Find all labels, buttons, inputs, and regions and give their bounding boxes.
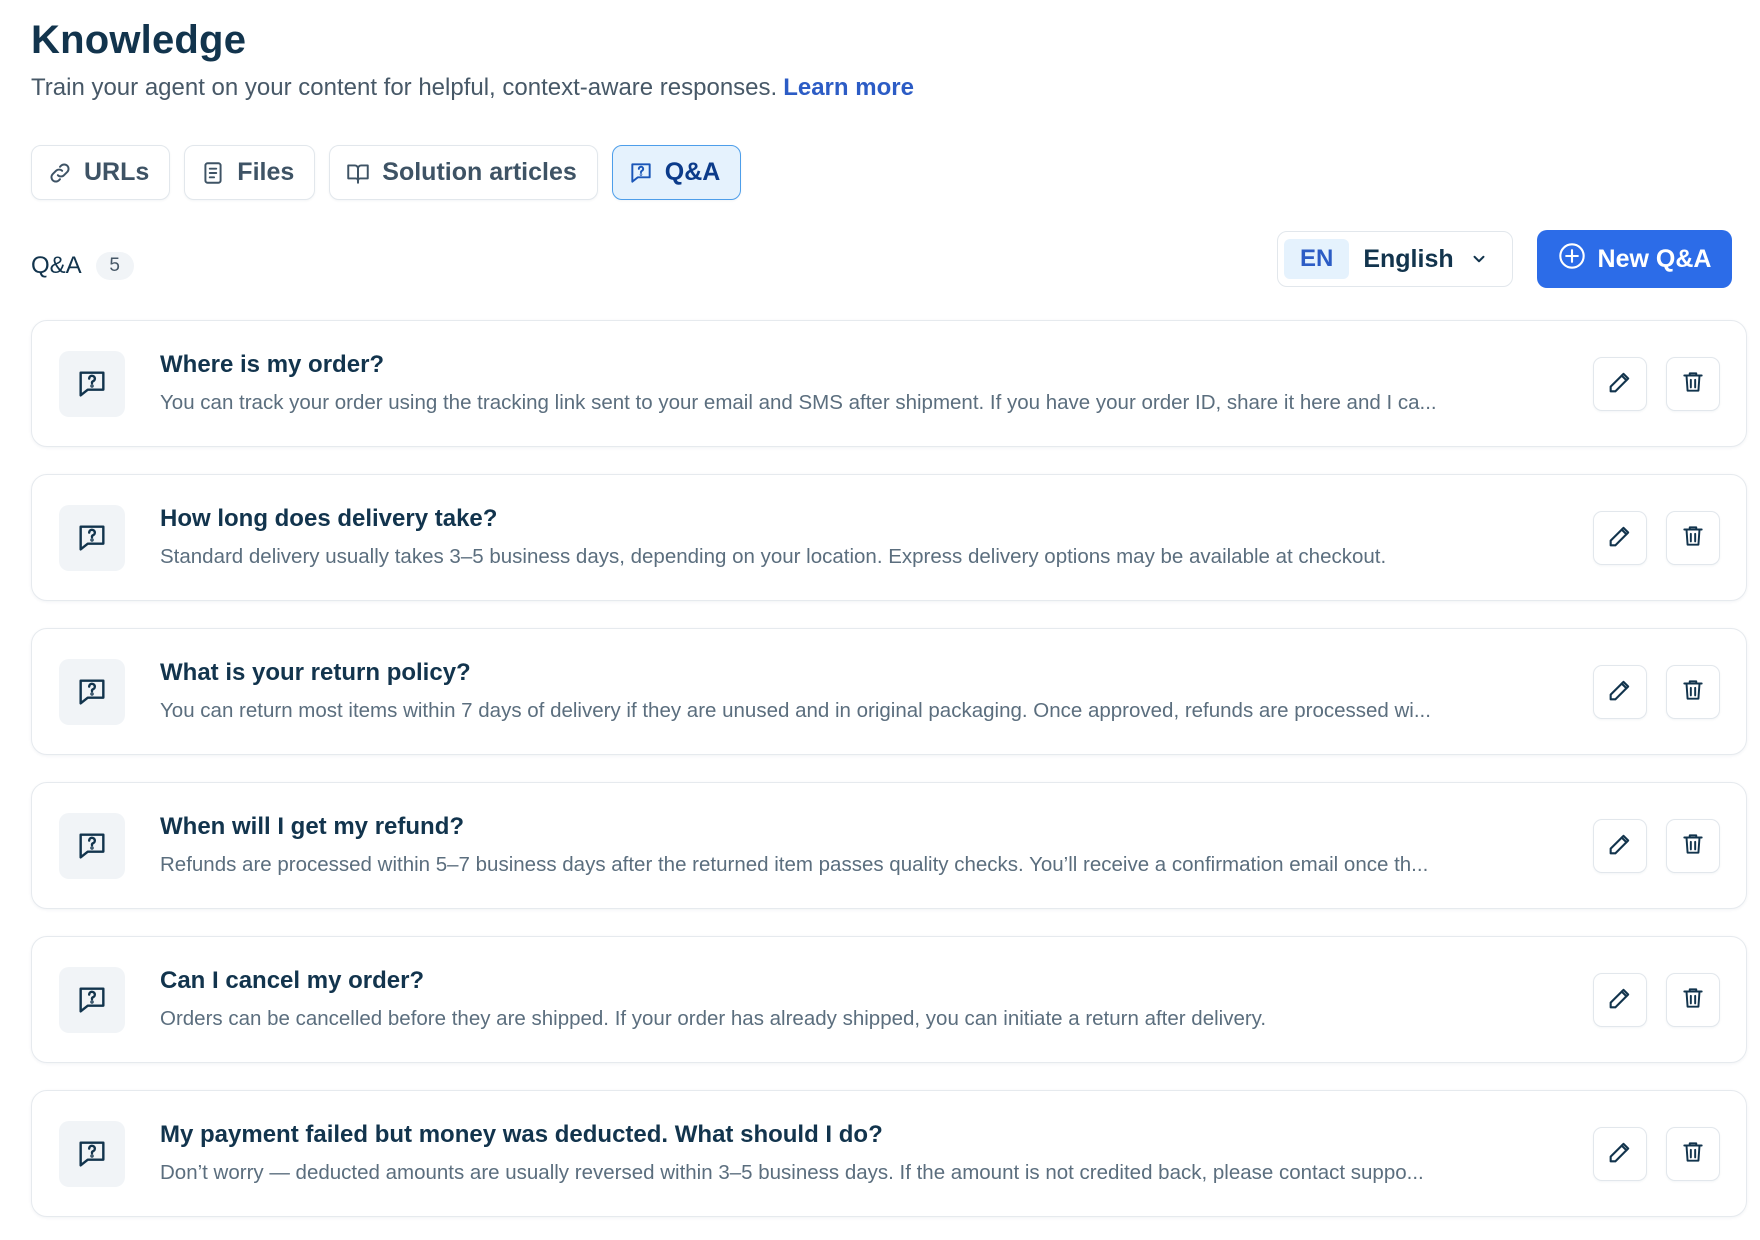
pencil-icon [1606, 984, 1634, 1017]
edit-button[interactable] [1593, 665, 1647, 719]
page-subtitle: Train your agent on your content for hel… [31, 74, 914, 102]
count-badge: 5 [95, 252, 134, 280]
qa-icon [59, 351, 125, 417]
edit-button[interactable] [1593, 357, 1647, 411]
delete-button[interactable] [1666, 357, 1720, 411]
book-icon [344, 159, 372, 187]
delete-button[interactable] [1666, 1127, 1720, 1181]
tab-label: URLs [84, 158, 150, 186]
qa-icon [59, 813, 125, 879]
delete-button[interactable] [1666, 511, 1720, 565]
delete-button[interactable] [1666, 819, 1720, 873]
pencil-icon [1606, 830, 1634, 863]
trash-icon [1680, 1139, 1706, 1170]
qa-item[interactable]: What is your return policy? You can retu… [31, 628, 1747, 755]
language-select[interactable]: EN English [1277, 231, 1513, 287]
tab-qa[interactable]: Q&A [611, 145, 742, 200]
qa-icon [59, 659, 125, 725]
tab-urls[interactable]: URLs [31, 145, 171, 200]
qa-answer: You can track your order using the track… [160, 391, 1437, 414]
chevron-down-icon [1470, 250, 1488, 268]
trash-icon [1680, 523, 1706, 554]
plus-circle-icon [1558, 242, 1586, 277]
qa-answer: Refunds are processed within 5–7 busines… [160, 853, 1429, 876]
tab-label: Solution articles [382, 158, 577, 186]
source-tabs: URLs Files Solution articles Q&A [31, 145, 742, 200]
qa-question: Where is my order? [160, 351, 385, 378]
qa-icon [59, 967, 125, 1033]
pencil-icon [1606, 676, 1634, 709]
qa-question: My payment failed but money was deducted… [160, 1121, 883, 1148]
learn-more-link[interactable]: Learn more [783, 74, 914, 101]
page-title: Knowledge [31, 18, 247, 62]
edit-button[interactable] [1593, 1127, 1647, 1181]
tab-files[interactable]: Files [184, 145, 316, 200]
qa-answer: Standard delivery usually takes 3–5 busi… [160, 545, 1387, 568]
knowledge-page: Knowledge Train your agent on your conte… [0, 0, 1760, 1240]
new-qa-label: New Q&A [1597, 244, 1712, 273]
qa-icon [627, 159, 655, 187]
section-header: Q&A 5 [31, 252, 134, 280]
qa-question: When will I get my refund? [160, 813, 465, 840]
trash-icon [1680, 831, 1706, 862]
qa-item[interactable]: When will I get my refund? Refunds are p… [31, 782, 1747, 909]
edit-button[interactable] [1593, 819, 1647, 873]
qa-answer: You can return most items within 7 days … [160, 699, 1431, 722]
qa-item[interactable]: Where is my order? You can track your or… [31, 320, 1747, 447]
delete-button[interactable] [1666, 973, 1720, 1027]
qa-question: What is your return policy? [160, 659, 471, 686]
qa-item[interactable]: My payment failed but money was deducted… [31, 1090, 1747, 1217]
language-code: EN [1284, 239, 1350, 279]
language-name: English [1363, 244, 1454, 273]
new-qa-button[interactable]: New Q&A [1537, 230, 1732, 288]
qa-question: Can I cancel my order? [160, 967, 425, 994]
tab-label: Q&A [664, 158, 721, 186]
tab-label: Files [237, 158, 295, 186]
qa-question: How long does delivery take? [160, 505, 498, 532]
pencil-icon [1606, 522, 1634, 555]
qa-icon [59, 505, 125, 571]
trash-icon [1680, 369, 1706, 400]
link-icon [46, 159, 74, 187]
trash-icon [1680, 985, 1706, 1016]
qa-answer: Orders can be cancelled before they are … [160, 1007, 1267, 1030]
pencil-icon [1606, 368, 1634, 401]
qa-answer: Don’t worry — deducted amounts are usual… [160, 1161, 1424, 1184]
pencil-icon [1606, 1138, 1634, 1171]
tab-solution-articles[interactable]: Solution articles [329, 145, 598, 200]
qa-item[interactable]: Can I cancel my order? Orders can be can… [31, 936, 1747, 1063]
section-title: Q&A [31, 252, 82, 279]
delete-button[interactable] [1666, 665, 1720, 719]
qa-item[interactable]: How long does delivery take? Standard de… [31, 474, 1747, 601]
subtitle-text: Train your agent on your content for hel… [31, 74, 778, 101]
edit-button[interactable] [1593, 973, 1647, 1027]
trash-icon [1680, 677, 1706, 708]
file-icon [199, 159, 227, 187]
edit-button[interactable] [1593, 511, 1647, 565]
qa-icon [59, 1121, 125, 1187]
